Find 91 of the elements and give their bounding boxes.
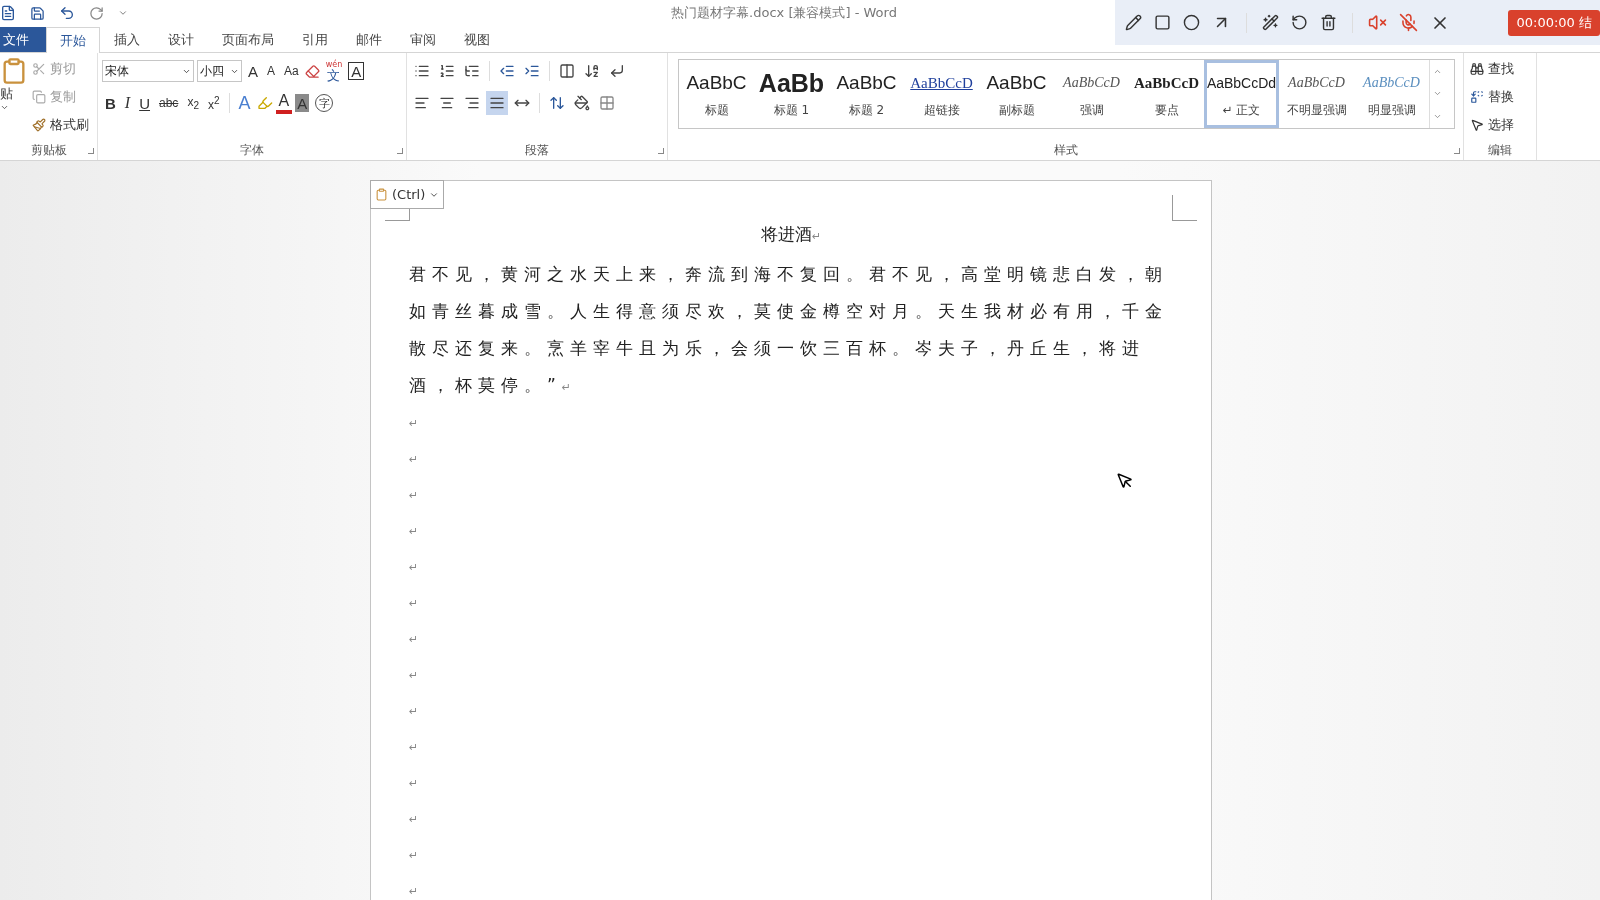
paragraph-mark: ↵ — [409, 704, 419, 720]
stop-recording-button[interactable]: 00:00:00 结 — [1508, 9, 1600, 36]
return-arrow-icon — [609, 63, 625, 79]
scissors-icon — [32, 62, 46, 76]
select-button[interactable]: 选择 — [1468, 113, 1516, 137]
pencil-icon[interactable] — [1125, 14, 1142, 31]
alignment-icon — [464, 95, 480, 111]
launcher-icon[interactable] — [88, 148, 94, 154]
mic-muted-icon[interactable] — [1399, 13, 1418, 32]
group-label: 编辑 — [1487, 142, 1513, 159]
paragraph-mark: ↵ — [409, 416, 419, 432]
paste-options-button[interactable]: (Ctrl) — [370, 180, 445, 209]
paragraph-mark: ↵ — [409, 668, 419, 684]
paragraph-mark: ↵ — [409, 488, 419, 504]
paragraph-mark: ↵ — [409, 776, 419, 792]
text-effects-button[interactable]: A — [235, 91, 254, 115]
save-icon[interactable] — [30, 5, 45, 21]
columns-icon — [559, 63, 575, 79]
paragraph-mark: ↵ — [409, 740, 419, 756]
circle-icon[interactable] — [1183, 14, 1200, 31]
group-label: 字体 — [239, 142, 265, 159]
replace-button[interactable]: 替换 — [1468, 85, 1516, 109]
document-title: 将进酒↵ — [759, 223, 823, 246]
alignment-icon — [414, 95, 430, 111]
italic-button[interactable]: I — [121, 91, 134, 115]
paragraph-text: 君不见，黄河之水天上来，奔流到海不复回。君不见，高堂明镜悲白发，朝如青丝暮成雪。人生得意须尽欢，莫使金樽空对月。天生我材必有用，千金散尽还复来。烹羊宰牛且为乐，会须一饮三百杯。岑夫子，丹丘生，将进酒，杯莫停。”↵ — [409, 263, 1169, 397]
justify-button[interactable] — [486, 91, 508, 115]
trash-icon[interactable] — [1320, 14, 1337, 31]
outdent-icon — [499, 63, 515, 79]
character-border-button[interactable]: A — [348, 62, 365, 80]
borders-icon — [599, 95, 615, 111]
alignment-icon — [489, 95, 505, 111]
shrink-font-button[interactable]: A — [264, 59, 279, 83]
mouse-cursor-icon — [1116, 472, 1134, 490]
window-title: 热门题材字幕.docx [兼容模式] - Word — [671, 4, 897, 22]
paragraph-mark: ↵ — [409, 596, 419, 612]
rectangle-icon[interactable] — [1154, 14, 1171, 31]
change-case-button[interactable]: Aa — [281, 59, 302, 83]
line-spacing-icon — [549, 95, 565, 111]
speaker-muted-icon[interactable] — [1368, 13, 1387, 32]
customize-icon[interactable] — [118, 8, 128, 18]
paragraph-mark: ↵ — [409, 848, 419, 864]
strikethrough-button[interactable]: abc — [156, 91, 182, 115]
replace-icon — [1470, 90, 1484, 104]
group-label: 样式 — [1052, 142, 1079, 159]
binoculars-icon — [1470, 62, 1484, 76]
crop-mark — [1172, 195, 1197, 221]
paragraph-mark: ↵ — [409, 452, 419, 468]
multilevel-list-icon — [464, 63, 480, 79]
bullet-list-icon — [414, 63, 430, 79]
subscript-button[interactable]: x$_{2}$ — [184, 91, 202, 115]
underline-button[interactable]: U — [136, 91, 153, 115]
font-size-field[interactable]: 小四 — [197, 60, 242, 82]
character-shading-button[interactable]: A — [295, 94, 310, 112]
numbered-list-icon — [439, 63, 455, 79]
wand-icon[interactable] — [1262, 14, 1279, 31]
paragraph-mark: ↵ — [409, 812, 419, 828]
clipboard-icon — [375, 188, 388, 201]
paragraph-mark: ↵ — [409, 524, 419, 540]
group-label: 剪贴板 — [29, 142, 68, 159]
paragraph-mark: ↵ — [409, 632, 419, 648]
redo-icon[interactable] — [89, 5, 104, 21]
undo-icon[interactable] — [1291, 14, 1308, 31]
sort-icon — [584, 63, 600, 79]
bold-button[interactable]: B — [102, 91, 119, 115]
format-painter-button[interactable]: 格式刷 — [30, 113, 91, 137]
undo-icon[interactable] — [59, 5, 75, 21]
brush-icon — [32, 118, 46, 132]
grow-font-button[interactable]: A — [245, 59, 261, 83]
font-name-field[interactable]: 宋体 — [102, 60, 194, 82]
alignment-icon — [439, 95, 455, 111]
caret-icon — [0, 103, 9, 112]
paragraph-mark: ↵ — [409, 884, 419, 900]
clear-format-icon[interactable] — [304, 63, 320, 79]
ribbon-tab[interactable]: 开始 — [46, 27, 100, 53]
style-item[interactable]: AaBbCcDd ↵ 正文 — [1204, 60, 1279, 128]
paragraph-mark: ↵ — [409, 560, 419, 576]
indent-icon — [524, 63, 540, 79]
app-icon[interactable] — [0, 5, 16, 21]
copy-icon — [32, 90, 46, 104]
paste-button[interactable]: 贴 — [0, 57, 30, 140]
launcher-icon[interactable] — [658, 148, 664, 154]
pointer-icon — [1470, 118, 1484, 132]
group-label: 段落 — [524, 142, 550, 159]
launcher-icon[interactable] — [1454, 148, 1460, 154]
file-tab[interactable]: 文件 — [0, 27, 46, 52]
find-button[interactable]: 查找 — [1468, 57, 1516, 81]
superscript-button[interactable]: x$^{2}$ — [204, 91, 223, 115]
paint-bucket-icon — [574, 95, 590, 111]
launcher-icon[interactable] — [397, 148, 403, 154]
phonetic-guide-button[interactable]: wén 文 — [322, 60, 346, 82]
